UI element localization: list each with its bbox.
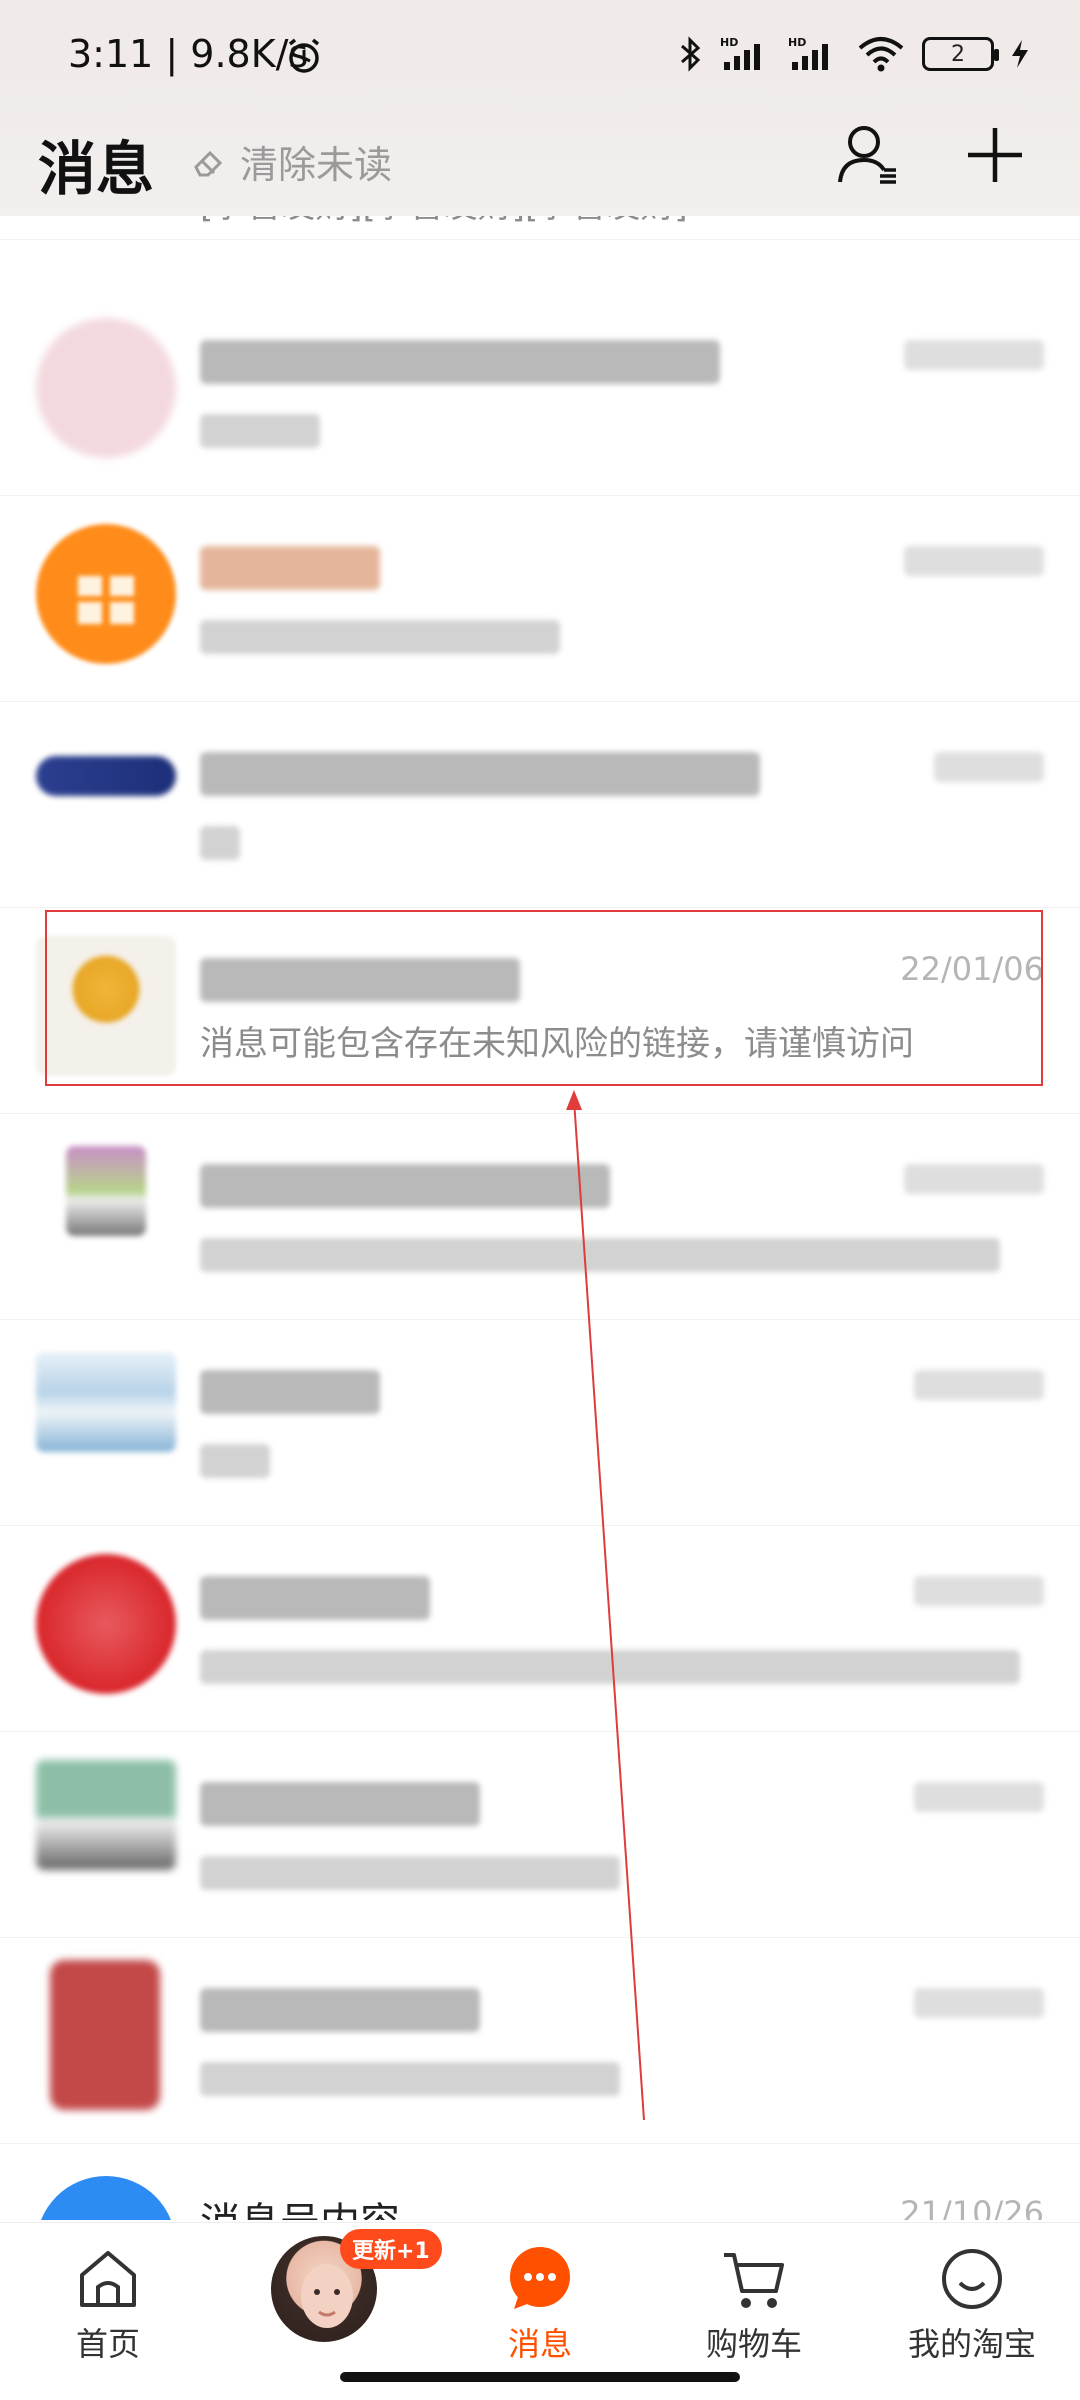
conversation-title bbox=[200, 340, 720, 384]
conversation-avatar bbox=[36, 524, 176, 664]
conversation-title bbox=[200, 1782, 480, 1826]
conversation-row[interactable] bbox=[0, 1732, 1080, 1938]
tab-home-label: 首页 bbox=[75, 2325, 140, 2363]
conversation-row[interactable] bbox=[0, 702, 1080, 908]
conversation-title bbox=[200, 1370, 380, 1414]
tab-messages[interactable]: 消息 bbox=[440, 2235, 640, 2385]
svg-text:HD: HD bbox=[720, 36, 738, 49]
conversation-avatar bbox=[36, 756, 176, 796]
conversation-row[interactable] bbox=[0, 1320, 1080, 1526]
gift-icon bbox=[78, 576, 134, 624]
conversation-time bbox=[904, 546, 1044, 576]
conversation-title: 消息号内容 bbox=[200, 2190, 400, 2220]
page-title: 消息 bbox=[38, 135, 155, 203]
conversation-time bbox=[934, 752, 1044, 782]
conversation-preview bbox=[200, 1238, 1000, 1272]
conversation-avatar bbox=[36, 1352, 176, 1452]
status-icons: HD HD 2 bbox=[678, 34, 1030, 74]
conversation-time bbox=[914, 1988, 1044, 2018]
conversation-row[interactable] bbox=[0, 1526, 1080, 1732]
conversation-title bbox=[200, 752, 760, 796]
conversation-preview bbox=[200, 826, 240, 860]
tab-messages-label: 消息 bbox=[507, 2325, 572, 2363]
signal-hd-icon: HD bbox=[788, 36, 828, 70]
tab-home[interactable]: 首页 bbox=[8, 2235, 208, 2385]
bluetooth-icon bbox=[681, 36, 701, 72]
battery-icon: 2 bbox=[922, 37, 999, 71]
conversation-row[interactable]: 消息号内容 21/10/26 bbox=[0, 2144, 1080, 2220]
status-time: 3:11 | 9.8K/s bbox=[68, 32, 309, 76]
conversation-preview bbox=[200, 1856, 620, 1890]
conversation-avatar bbox=[66, 1146, 146, 1236]
add-icon[interactable] bbox=[960, 120, 1030, 190]
clear-unread-label: 清除未读 bbox=[240, 143, 393, 187]
tab-profile-label: 我的淘宝 bbox=[907, 2325, 1036, 2363]
top-bar: 3:11 | 9.8K/s HD HD 2 消息 清除未读 bbox=[0, 0, 1080, 216]
conversation-title bbox=[200, 1576, 430, 1620]
charging-icon bbox=[1012, 40, 1028, 68]
conversation-time: 21/10/26 bbox=[900, 2194, 1044, 2220]
conversation-time bbox=[904, 1164, 1044, 1194]
home-indicator[interactable] bbox=[340, 2372, 740, 2382]
conversation-preview bbox=[200, 620, 560, 654]
conversation-time bbox=[904, 340, 1044, 370]
battery-level: 2 bbox=[951, 41, 965, 67]
conversation-title bbox=[200, 1988, 480, 2032]
conversation-time bbox=[914, 1782, 1044, 1812]
tab-cart[interactable]: 购物车 bbox=[654, 2235, 854, 2385]
conversation-preview bbox=[200, 1650, 1020, 1684]
cart-icon bbox=[724, 2253, 784, 2308]
svg-text:HD: HD bbox=[788, 36, 806, 49]
wifi-icon bbox=[858, 37, 904, 72]
conversation-row[interactable] bbox=[0, 1114, 1080, 1320]
update-badge: 更新+1 bbox=[340, 2229, 442, 2269]
conversation-avatar bbox=[36, 1760, 176, 1870]
conversation-time bbox=[914, 1370, 1044, 1400]
conversation-avatar bbox=[50, 1960, 160, 2110]
conversation-title bbox=[200, 1164, 610, 1208]
alarm-icon bbox=[288, 38, 320, 73]
tab-cart-label: 购物车 bbox=[705, 2325, 802, 2363]
eraser-icon bbox=[194, 150, 223, 176]
tab-profile[interactable]: 我的淘宝 bbox=[872, 2235, 1072, 2385]
conversation-row[interactable] bbox=[0, 496, 1080, 702]
messages-header: 消息 清除未读 bbox=[0, 110, 1080, 216]
highlight-box bbox=[45, 910, 1043, 1086]
status-bar: 3:11 | 9.8K/s HD HD 2 bbox=[0, 0, 1080, 110]
conversation-time bbox=[914, 1576, 1044, 1606]
conversation-row[interactable] bbox=[0, 1938, 1080, 2144]
conversation-avatar bbox=[36, 1554, 176, 1694]
conversation-avatar bbox=[36, 2176, 176, 2220]
conversation-avatar bbox=[36, 318, 176, 458]
conversation-preview bbox=[200, 2062, 620, 2096]
message-icon bbox=[510, 2247, 570, 2309]
clear-unread-button[interactable]: 清除未读 bbox=[190, 134, 392, 189]
contacts-icon[interactable] bbox=[834, 120, 904, 190]
profile-icon bbox=[942, 2249, 1002, 2309]
conversation-row[interactable] bbox=[0, 290, 1080, 496]
conversation-preview bbox=[200, 414, 320, 448]
conversation-row[interactable]: [恭喜发财][恭喜发财][恭喜发财] bbox=[0, 216, 1080, 240]
conversation-preview: [恭喜发财][恭喜发财][恭喜发财] bbox=[200, 216, 688, 227]
conversation-title bbox=[200, 546, 380, 590]
home-icon bbox=[80, 2251, 136, 2307]
conversation-preview bbox=[200, 1444, 270, 1478]
signal-hd-icon: HD bbox=[720, 36, 760, 70]
conversation-list[interactable]: [恭喜发财][恭喜发财][恭喜发财] 22/01/06 消息可能包含存在 bbox=[0, 216, 1080, 2220]
